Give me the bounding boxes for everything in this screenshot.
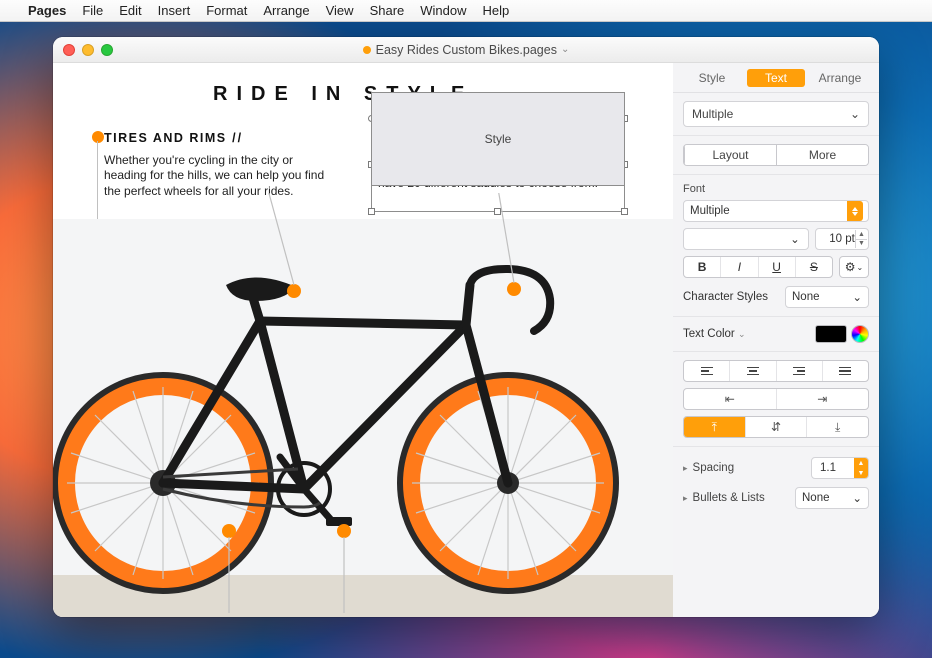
menu-format[interactable]: Format	[206, 3, 247, 18]
traffic-lights	[63, 44, 113, 56]
tab-text[interactable]: Text	[747, 69, 805, 87]
text-color-label[interactable]: Text Color ⌄	[683, 328, 746, 340]
text-block-left[interactable]: TIRES AND RIMS // Whether you're cycling…	[104, 131, 336, 199]
bullets-select[interactable]: None ⌄	[795, 487, 869, 509]
spacing-stepper[interactable]: 1.1 ▲▼	[811, 457, 869, 479]
outdent-button[interactable]: ⇤	[684, 389, 776, 409]
alignment-group	[683, 360, 869, 382]
vertical-align-group: ⤒ ⇵ ⤓	[683, 416, 869, 438]
valign-bottom-button[interactable]: ⤓	[806, 417, 868, 437]
font-family-select[interactable]: Multiple	[683, 200, 869, 222]
chevron-down-icon: ⌄	[852, 290, 862, 304]
font-family-value: Multiple	[690, 205, 730, 217]
heading-slashes: //	[227, 131, 243, 145]
advanced-font-button[interactable]: ⚙⌄	[839, 256, 869, 278]
document-modified-icon	[363, 46, 371, 54]
character-styles-label: Character Styles	[683, 291, 768, 303]
align-justify-button[interactable]	[822, 361, 868, 381]
italic-button[interactable]: I	[720, 257, 757, 277]
app-menu[interactable]: Pages	[28, 3, 66, 18]
document-window: Easy Rides Custom Bikes.pages ⌄ RIDE IN …	[53, 37, 879, 617]
align-left-button[interactable]	[684, 361, 729, 381]
color-swatch[interactable]	[815, 325, 847, 343]
subtab-more[interactable]: More	[776, 145, 868, 165]
text-color-section: Text Color ⌄	[673, 317, 879, 352]
step-up-icon[interactable]: ▲	[855, 230, 867, 239]
color-wheel-button[interactable]	[851, 325, 869, 343]
font-section: Font Multiple ⌄ 10 pt ▲▼	[673, 175, 879, 317]
stepper-icon	[847, 201, 863, 221]
chevron-down-icon: ⌄	[857, 263, 864, 272]
paragraph-style-value: Multiple	[692, 107, 733, 121]
text-subtabs: Style Layout More	[683, 144, 869, 166]
subtabs-section: Style Layout More	[673, 136, 879, 175]
font-style-group: B I U S	[683, 256, 833, 278]
bullets-disclosure[interactable]: ▸Bullets & Lists	[683, 492, 765, 504]
subtab-layout[interactable]: Layout	[684, 145, 776, 165]
align-center-button[interactable]	[729, 361, 775, 381]
align-right-button[interactable]	[776, 361, 822, 381]
character-styles-value: None	[792, 291, 820, 303]
chevron-down-icon[interactable]: ⌄	[561, 44, 569, 55]
indent-group: ⇤ ⇥	[683, 388, 869, 410]
photo-area[interactable]	[53, 219, 673, 617]
font-size-stepper[interactable]: 10 pt ▲▼	[815, 228, 869, 250]
font-label: Font	[683, 183, 869, 195]
alignment-section: ⇤ ⇥ ⤒ ⇵ ⤓	[673, 352, 879, 447]
macos-menubar: Pages File Edit Insert Format Arrange Vi…	[0, 0, 932, 22]
underline-button[interactable]: U	[758, 257, 795, 277]
font-typeface-select[interactable]: ⌄	[683, 228, 809, 250]
close-button[interactable]	[63, 44, 75, 56]
callout-dot[interactable]	[92, 131, 104, 143]
bicycle-image[interactable]	[53, 193, 673, 613]
paragraph-style-section: Multiple ⌄	[673, 93, 879, 136]
menu-window[interactable]: Window	[420, 3, 466, 18]
disclosure-icon: ▸	[683, 463, 688, 474]
chevron-down-icon: ⌄	[850, 107, 860, 121]
tab-style[interactable]: Style	[683, 69, 741, 87]
chevron-down-icon: ⌄	[738, 329, 746, 339]
font-size-value: 10 pt	[829, 233, 855, 245]
strikethrough-button[interactable]: S	[795, 257, 832, 277]
minimize-button[interactable]	[82, 44, 94, 56]
zoom-button[interactable]	[101, 44, 113, 56]
text-block-heading: TIRES AND RIMS	[104, 131, 227, 145]
menu-view[interactable]: View	[326, 3, 354, 18]
step-down-icon[interactable]: ▼	[855, 239, 867, 249]
bullets-value: None	[802, 492, 830, 504]
menu-arrange[interactable]: Arrange	[263, 3, 309, 18]
disclosure-icon: ▸	[683, 493, 688, 504]
chevron-down-icon: ⌄	[852, 491, 862, 505]
spacing-bullets-section: ▸Spacing 1.1 ▲▼ ▸Bullets & Lists None ⌄	[673, 447, 879, 517]
menu-share[interactable]: Share	[370, 3, 405, 18]
bold-button[interactable]: B	[684, 257, 720, 277]
character-styles-select[interactable]: None ⌄	[785, 286, 869, 308]
spacing-disclosure[interactable]: ▸Spacing	[683, 462, 734, 474]
format-inspector: Style Text Arrange Multiple ⌄ Style Layo…	[673, 63, 879, 617]
stepper-icon: ▲▼	[854, 458, 868, 478]
valign-middle-button[interactable]: ⇵	[745, 417, 807, 437]
menu-insert[interactable]: Insert	[158, 3, 191, 18]
document-title[interactable]: Easy Rides Custom Bikes.pages	[376, 43, 557, 57]
menu-help[interactable]: Help	[483, 3, 510, 18]
paragraph-style-select[interactable]: Multiple ⌄	[683, 101, 869, 127]
menu-file[interactable]: File	[82, 3, 103, 18]
tab-arrange[interactable]: Arrange	[811, 69, 869, 87]
gear-icon: ⚙	[845, 260, 856, 274]
menu-edit[interactable]: Edit	[119, 3, 141, 18]
updown-icon: ⌄	[788, 232, 802, 246]
indent-button[interactable]: ⇥	[776, 389, 869, 409]
valign-top-button[interactable]: ⤒	[684, 417, 745, 437]
inspector-tabs: Style Text Arrange	[673, 63, 879, 93]
spacing-value: 1.1	[820, 462, 836, 474]
titlebar[interactable]: Easy Rides Custom Bikes.pages ⌄	[53, 37, 879, 63]
